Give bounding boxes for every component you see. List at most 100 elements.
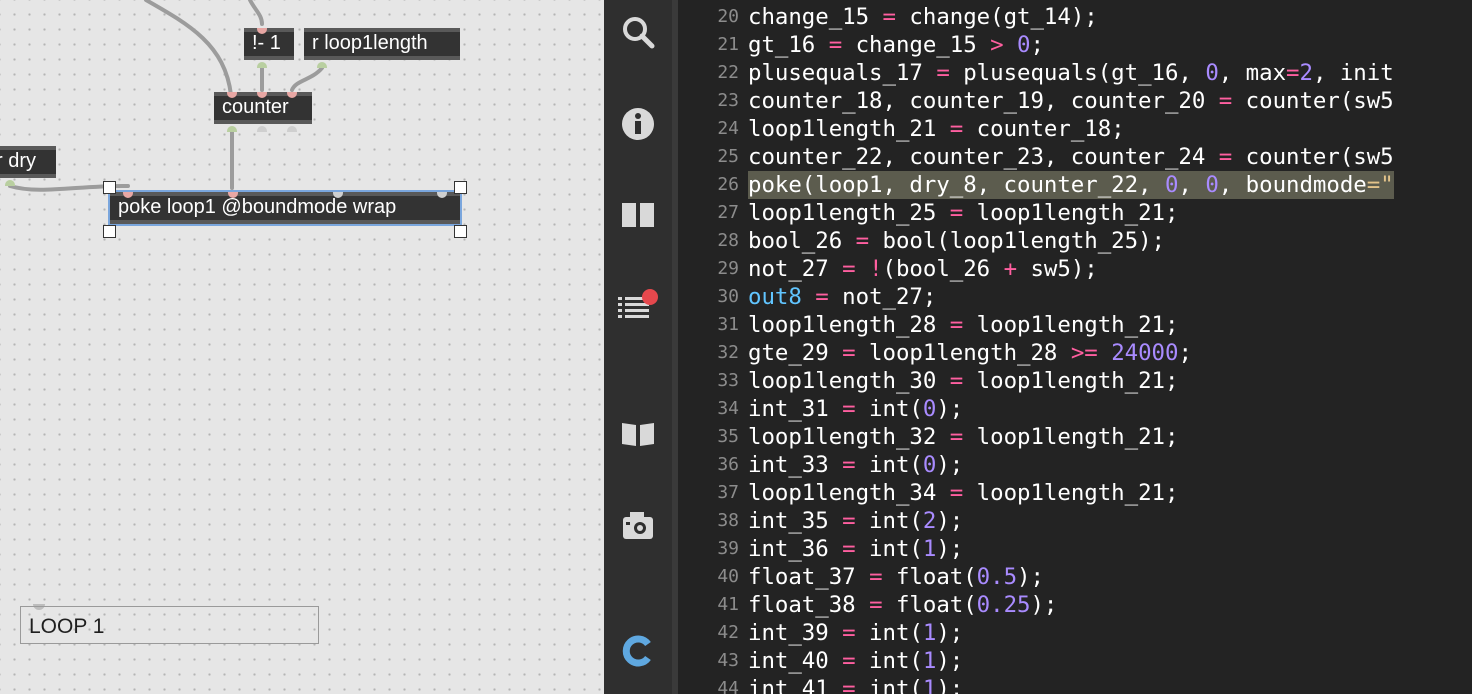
code-token: , max bbox=[1218, 60, 1287, 86]
code-line[interactable]: 22 plusequals_17 = plusequals(gt_16, 0, m… bbox=[678, 59, 1438, 87]
code-line[interactable]: 29 not_27 = !(bool_26 + sw5); bbox=[678, 255, 1438, 283]
line-number: 41 bbox=[717, 594, 739, 615]
code-editor[interactable]: 20 change_15 = change(gt_14); 21 gt_16 = ch… bbox=[678, 0, 1472, 694]
resize-handle[interactable] bbox=[454, 225, 467, 238]
code-token: counter_22, counter_23, counter_24 bbox=[748, 144, 1219, 170]
codebox-icon[interactable] bbox=[618, 631, 658, 671]
code-line[interactable]: 43 int_40 = int(1); bbox=[678, 647, 1438, 675]
poke-object[interactable]: poke loop1 @boundmode wrap bbox=[108, 190, 462, 226]
code-token: = bbox=[855, 228, 870, 254]
line-number: 22 bbox=[717, 62, 739, 83]
code-line[interactable]: 34 int_31 = int(0); bbox=[678, 395, 1438, 423]
receive-dry-object[interactable]: r dry bbox=[0, 146, 56, 178]
not-equal-object[interactable]: !- 1 bbox=[244, 28, 294, 60]
code-line[interactable]: 32 gte_29 = loop1length_28 >= 24000; bbox=[678, 339, 1438, 367]
code-line[interactable]: 31 loop1length_28 = loop1length_21; bbox=[678, 311, 1438, 339]
code-token: loop1length_28 bbox=[748, 312, 950, 338]
receive-loop1length-object[interactable]: r loop1length bbox=[304, 28, 460, 60]
code-line[interactable]: 41 float_38 = float(0.25); bbox=[678, 591, 1438, 619]
code-line[interactable]: 33 loop1length_30 = loop1length_21; bbox=[678, 367, 1438, 395]
code-token: ); bbox=[936, 536, 964, 562]
info-icon[interactable] bbox=[618, 104, 658, 144]
resize-handle[interactable] bbox=[103, 181, 116, 194]
code-line[interactable]: 30 out8 = not_27; bbox=[678, 283, 1438, 311]
resize-handle[interactable] bbox=[103, 225, 116, 238]
code-token: int_35 bbox=[748, 508, 843, 534]
outlet[interactable] bbox=[257, 126, 267, 132]
code-token: loop1length_30 bbox=[748, 368, 950, 394]
line-number: 38 bbox=[717, 510, 739, 531]
outlet[interactable] bbox=[5, 180, 15, 186]
code-token: float( bbox=[882, 592, 977, 618]
outlet[interactable] bbox=[227, 126, 237, 132]
code-token: = bbox=[828, 32, 843, 58]
code-token: 0 bbox=[1205, 60, 1219, 86]
code-token: float_37 bbox=[748, 564, 870, 590]
code-token: loop1length_21; bbox=[963, 424, 1179, 450]
code-line[interactable]: 38 int_35 = int(2); bbox=[678, 507, 1438, 535]
code-line[interactable]: 23 counter_18, counter_19, counter_20 = c… bbox=[678, 87, 1438, 115]
code-line[interactable]: 21 gt_16 = change_15 > 0; bbox=[678, 31, 1438, 59]
line-number: 33 bbox=[717, 370, 739, 391]
code-token: ); bbox=[936, 620, 964, 646]
code-token: int( bbox=[855, 508, 923, 534]
code-token: 0.25 bbox=[976, 592, 1031, 618]
object-label: poke loop1 @boundmode wrap bbox=[118, 196, 397, 218]
patcher-canvas[interactable]: !- 1 r loop1length counter r dry poke lo… bbox=[0, 0, 604, 694]
outlet[interactable] bbox=[287, 126, 297, 132]
resize-handle[interactable] bbox=[454, 181, 467, 194]
code-token: = bbox=[882, 4, 896, 30]
patch-cord bbox=[144, 0, 233, 97]
code-line[interactable]: 36 int_33 = int(0); bbox=[678, 451, 1438, 479]
outlet[interactable] bbox=[257, 62, 267, 68]
code-token: (bool_26 bbox=[882, 256, 1004, 282]
code-line[interactable]: 25 counter_22, counter_23, counter_24 = c… bbox=[678, 143, 1438, 171]
code-text: loop1length_21 = counter_18; bbox=[748, 115, 1125, 143]
code-line[interactable]: 39 int_36 = int(1); bbox=[678, 535, 1438, 563]
line-number: 31 bbox=[717, 314, 739, 335]
outlet[interactable] bbox=[317, 62, 327, 68]
code-token: ); bbox=[1030, 592, 1058, 618]
code-token: int( bbox=[855, 536, 923, 562]
code-token: counter_18, counter_19, counter_20 bbox=[748, 88, 1219, 114]
code-line[interactable]: 40 float_37 = float(0.5); bbox=[678, 563, 1438, 591]
search-icon[interactable] bbox=[618, 12, 658, 52]
line-number: 27 bbox=[717, 202, 739, 223]
code-token: > bbox=[990, 32, 1004, 58]
code-line[interactable]: 35 loop1length_32 = loop1length_21; bbox=[678, 423, 1438, 451]
line-number: 32 bbox=[717, 342, 739, 363]
code-line[interactable]: 44 int_41 = int(1); bbox=[678, 675, 1438, 694]
reference-icon[interactable] bbox=[618, 414, 658, 454]
code-line[interactable]: 42 int_39 = int(1); bbox=[678, 619, 1438, 647]
code-token: int( bbox=[855, 648, 923, 674]
code-text: plusequals_17 = plusequals(gt_16, 0, max… bbox=[748, 59, 1394, 87]
code-line[interactable]: 27 loop1length_25 = loop1length_21; bbox=[678, 199, 1438, 227]
code-token: 0.5 bbox=[976, 564, 1018, 590]
loop-comment[interactable]: LOOP 1 bbox=[20, 606, 319, 644]
object-label: r dry bbox=[0, 150, 36, 172]
console-icon[interactable] bbox=[618, 287, 658, 327]
code-token: bool(loop1length_25); bbox=[869, 228, 1166, 254]
code-line-highlighted[interactable]: 26 poke(loop1, dry_8, counter_22, 0, 0, b… bbox=[678, 171, 1438, 199]
snapshot-icon[interactable] bbox=[618, 505, 658, 545]
code-line[interactable]: 20 change_15 = change(gt_14); bbox=[678, 3, 1438, 31]
code-token: 1 bbox=[922, 620, 937, 646]
code-token: = bbox=[949, 424, 964, 450]
code-text: out8 = not_27; bbox=[748, 283, 936, 311]
code-token: ! bbox=[869, 256, 883, 282]
code-line[interactable]: 24 loop1length_21 = counter_18; bbox=[678, 115, 1438, 143]
code-text: int_36 = int(1); bbox=[748, 535, 963, 563]
code-token: ); bbox=[936, 676, 964, 694]
code-token: loop1length_21; bbox=[963, 480, 1179, 506]
line-number: 43 bbox=[717, 650, 739, 671]
code-token: float_38 bbox=[748, 592, 870, 618]
line-number: 36 bbox=[717, 454, 739, 475]
line-number: 44 bbox=[717, 678, 739, 694]
split-view-icon[interactable] bbox=[618, 196, 658, 236]
patch-cord bbox=[290, 66, 324, 92]
code-line[interactable]: 28 bool_26 = bool(loop1length_25); bbox=[678, 227, 1438, 255]
code-token: =" bbox=[1366, 172, 1394, 198]
code-text: bool_26 = bool(loop1length_25); bbox=[748, 227, 1165, 255]
code-line[interactable]: 37 loop1length_34 = loop1length_21; bbox=[678, 479, 1438, 507]
